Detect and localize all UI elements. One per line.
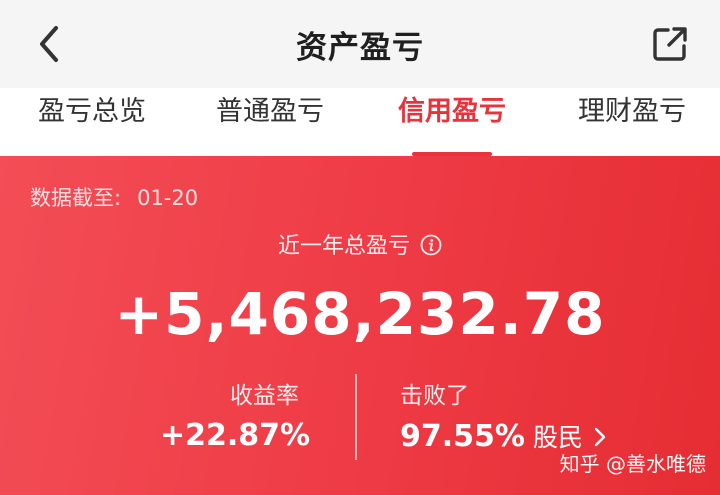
external-link-icon	[653, 27, 687, 61]
chevron-right-icon	[594, 427, 606, 447]
info-icon[interactable]	[420, 234, 442, 256]
watermark: 知乎 @善水唯德	[559, 452, 706, 476]
return-rate-value: +22.87%	[160, 418, 311, 453]
tab-wealth[interactable]: 理财盈亏	[562, 88, 702, 156]
total-pnl-value: +5,468,232.78	[114, 280, 606, 348]
stats-divider	[355, 374, 357, 460]
tab-normal[interactable]: 普通盈亏	[200, 88, 340, 156]
period-label: 近一年总盈亏	[277, 234, 410, 259]
period-label-row: 近一年总盈亏	[0, 228, 720, 260]
as-of-date: 01-20	[137, 186, 199, 210]
tab-overview[interactable]: 盈亏总览	[22, 88, 162, 156]
page-title: 资产盈亏	[296, 30, 424, 66]
tab-credit[interactable]: 信用盈亏	[382, 88, 522, 156]
beat-label: 击败了	[400, 383, 469, 409]
pnl-summary-panel: 数据截至: 01-20 近一年总盈亏 +5,468,232.78 收益率 +22.…	[0, 156, 720, 495]
return-rate-label: 收益率	[230, 383, 299, 409]
app-header: 资产盈亏	[0, 0, 720, 88]
tab-bar: 盈亏总览 普通盈亏 信用盈亏 理财盈亏	[0, 88, 720, 156]
beat-value: 97.55%	[400, 419, 525, 454]
share-button[interactable]	[650, 24, 694, 68]
as-of-label: 数据截至:	[30, 186, 122, 210]
as-of: 数据截至: 01-20	[30, 182, 198, 212]
